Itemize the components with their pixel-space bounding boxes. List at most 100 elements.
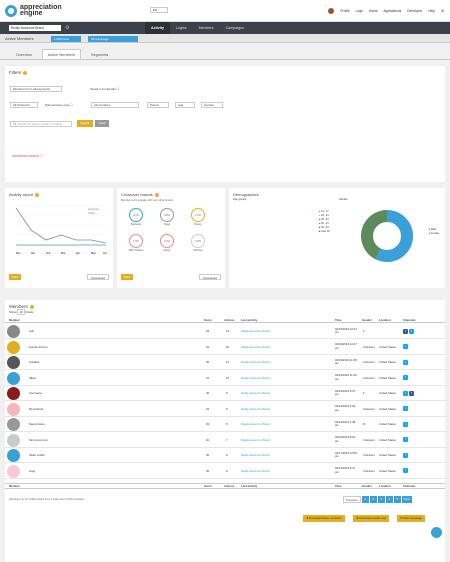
period-select[interactable]: Period [147, 102, 169, 108]
facebook-icon[interactable]: f [403, 329, 408, 334]
tab-overview[interactable]: Overview [10, 49, 38, 59]
nav-activity[interactable]: Activity [145, 22, 170, 34]
language-select[interactable]: EN [150, 7, 168, 13]
table-row[interactable]: Simmmmmmm327Really Awesome Brand02/19/20… [5, 433, 445, 448]
twitter-icon[interactable]: t [403, 468, 408, 473]
page-button[interactable]: 2 [370, 496, 377, 503]
twitter-icon[interactable]: t [403, 375, 408, 380]
help-icon[interactable] [23, 71, 27, 75]
chat-widget-icon[interactable] [431, 527, 442, 538]
help-icon[interactable] [35, 193, 39, 197]
table-row[interactable]: Human Person3110Really Awesome Brand02/1… [5, 340, 445, 355]
member-name[interactable]: Greg [29, 464, 35, 478]
last-activity[interactable]: Really Awesome Brand [241, 448, 270, 462]
last-activity[interactable]: Really Awesome Brand [241, 464, 270, 478]
page-button[interactable]: 1 [362, 496, 369, 503]
facebook-icon[interactable]: f [409, 391, 414, 396]
tab-segments[interactable]: Segments [85, 49, 114, 59]
search-button[interactable]: Search [77, 120, 93, 127]
gear-icon[interactable]: ⚙ [65, 25, 69, 31]
twitter-icon[interactable]: t [403, 344, 408, 349]
channels-select[interactable]: All Channels [10, 102, 38, 108]
help-icon[interactable] [30, 305, 34, 309]
filter-button[interactable]: Filter [121, 274, 133, 280]
next-page-button[interactable]: Next [402, 496, 412, 503]
member-actions: 9 [226, 402, 228, 416]
download-emails-button[interactable]: ⬇ Download emails only [353, 515, 389, 522]
nav-link[interactable]: Developer [407, 9, 422, 13]
filter-button[interactable]: Filter [9, 274, 21, 280]
twitter-icon[interactable]: t [403, 406, 408, 411]
nav-link[interactable]: Logs [356, 9, 363, 13]
members-select[interactable]: Members from all segments [10, 86, 62, 92]
last-activity[interactable]: Really Awesome Brand [241, 417, 270, 431]
month-label: Feb [46, 252, 51, 255]
table-row[interactable]: My Android349Really Awesome Brand02/19/2… [5, 402, 445, 417]
download-members-button[interactable]: ⬇ Download these members [303, 515, 345, 522]
nav-link[interactable]: Help [428, 9, 435, 13]
page-button[interactable]: 3 [378, 496, 385, 503]
member-name[interactable]: Simmmmmmm [29, 433, 48, 447]
nav-link[interactable]: Users [369, 9, 378, 13]
countries-select[interactable]: All countries [91, 102, 139, 108]
member-name[interactable]: My Android [29, 402, 43, 416]
member-name[interactable]: Username [29, 386, 42, 400]
twitter-icon[interactable]: t [403, 437, 408, 442]
table-row[interactable]: Albert3110Really Awesome Brand02/19/2016… [5, 371, 445, 386]
twitter-icon[interactable]: t [403, 360, 408, 365]
user-avatar[interactable] [328, 8, 334, 14]
user-menu[interactable]: Profile [340, 9, 349, 13]
member-name[interactable]: Name Name [29, 417, 45, 431]
segment-button[interactable]: 1,000 Fans [51, 36, 81, 42]
member-name[interactable]: Albert [29, 371, 36, 385]
clear-button[interactable]: Clear [95, 120, 109, 127]
last-activity[interactable]: Really Awesome Brand [241, 386, 270, 400]
page-button[interactable]: 5 [394, 496, 401, 503]
brand-name: Target [157, 224, 177, 226]
nav-campaigns[interactable]: Campaigns [220, 22, 250, 34]
search-input[interactable]: 🔍 Search by name, email or mailing... [10, 121, 72, 127]
member-name[interactable]: Jeff [29, 324, 33, 338]
table-row[interactable]: Annabel3511Really Awesome Brand02/19/201… [5, 355, 445, 370]
opted-in-checkbox[interactable]: Opted-in for Emails ☐ [90, 87, 119, 91]
member-name[interactable]: Human Person [29, 340, 48, 354]
nav-members[interactable]: Members [193, 22, 220, 34]
last-activity[interactable]: Really Awesome Brand [241, 324, 270, 338]
download-button[interactable]: Download [87, 274, 109, 280]
prev-page-button[interactable]: Previous [343, 496, 361, 503]
last-activity[interactable]: Really Awesome Brand [241, 371, 270, 385]
gender-select[interactable]: Gender [201, 102, 223, 108]
table-row[interactable]: Username309Really Awesome Brand02/19/201… [5, 386, 445, 401]
table-row[interactable]: Name Name338Really Awesome Brand02/19/20… [5, 417, 445, 432]
last-activity[interactable]: Really Awesome Brand [241, 433, 270, 447]
past-services-checkbox[interactable]: Past services only ☐ [45, 103, 73, 107]
twitter-icon[interactable]: t [403, 422, 408, 427]
start-campaign-button[interactable]: ✉ Start campaign [397, 515, 425, 522]
logo[interactable]: appreciationengine [5, 5, 62, 17]
member-score: 34 [206, 402, 209, 416]
last-activity[interactable]: Really Awesome Brand [241, 402, 270, 416]
advanced-search-link[interactable]: Advanced search ⓘ [12, 154, 44, 159]
nav-link[interactable]: Applications [383, 9, 401, 13]
help-icon[interactable] [155, 193, 159, 197]
member-name[interactable]: Annabel [29, 355, 39, 369]
table-row[interactable]: Jeff4313Really Awesome Brand02/19/2016 1… [5, 324, 445, 339]
table-row[interactable]: Sister Judith309Really Awesome Brand02/1… [5, 448, 445, 463]
twitter-icon[interactable]: t [403, 391, 408, 396]
last-activity[interactable]: Really Awesome Brand [241, 340, 270, 354]
age-select[interactable]: Age [175, 102, 195, 108]
download-button[interactable]: Download [199, 274, 221, 280]
twitter-icon[interactable]: t [403, 453, 408, 458]
twitter-icon[interactable]: t [409, 329, 414, 334]
report-cards: Activity report Dec Jan Feb Mar Apr May … [5, 188, 445, 288]
tab-active-members[interactable]: Active Members [42, 49, 81, 59]
last-activity[interactable]: Really Awesome Brand [241, 355, 270, 369]
table-row[interactable]: Greg309Really Awesome Brand02/19/2016 8:… [5, 464, 445, 479]
member-name[interactable]: Sister Judith [29, 448, 44, 462]
settings-icon[interactable]: ⚙ [441, 9, 444, 13]
brand-selector[interactable]: Really Awesome Brand [9, 25, 61, 31]
nav-logins[interactable]: Logins [170, 22, 193, 34]
page-button[interactable]: 4 [386, 496, 393, 503]
campaign-button[interactable]: All Campaign [88, 36, 138, 42]
page-size-select[interactable]: 10 [17, 309, 24, 315]
